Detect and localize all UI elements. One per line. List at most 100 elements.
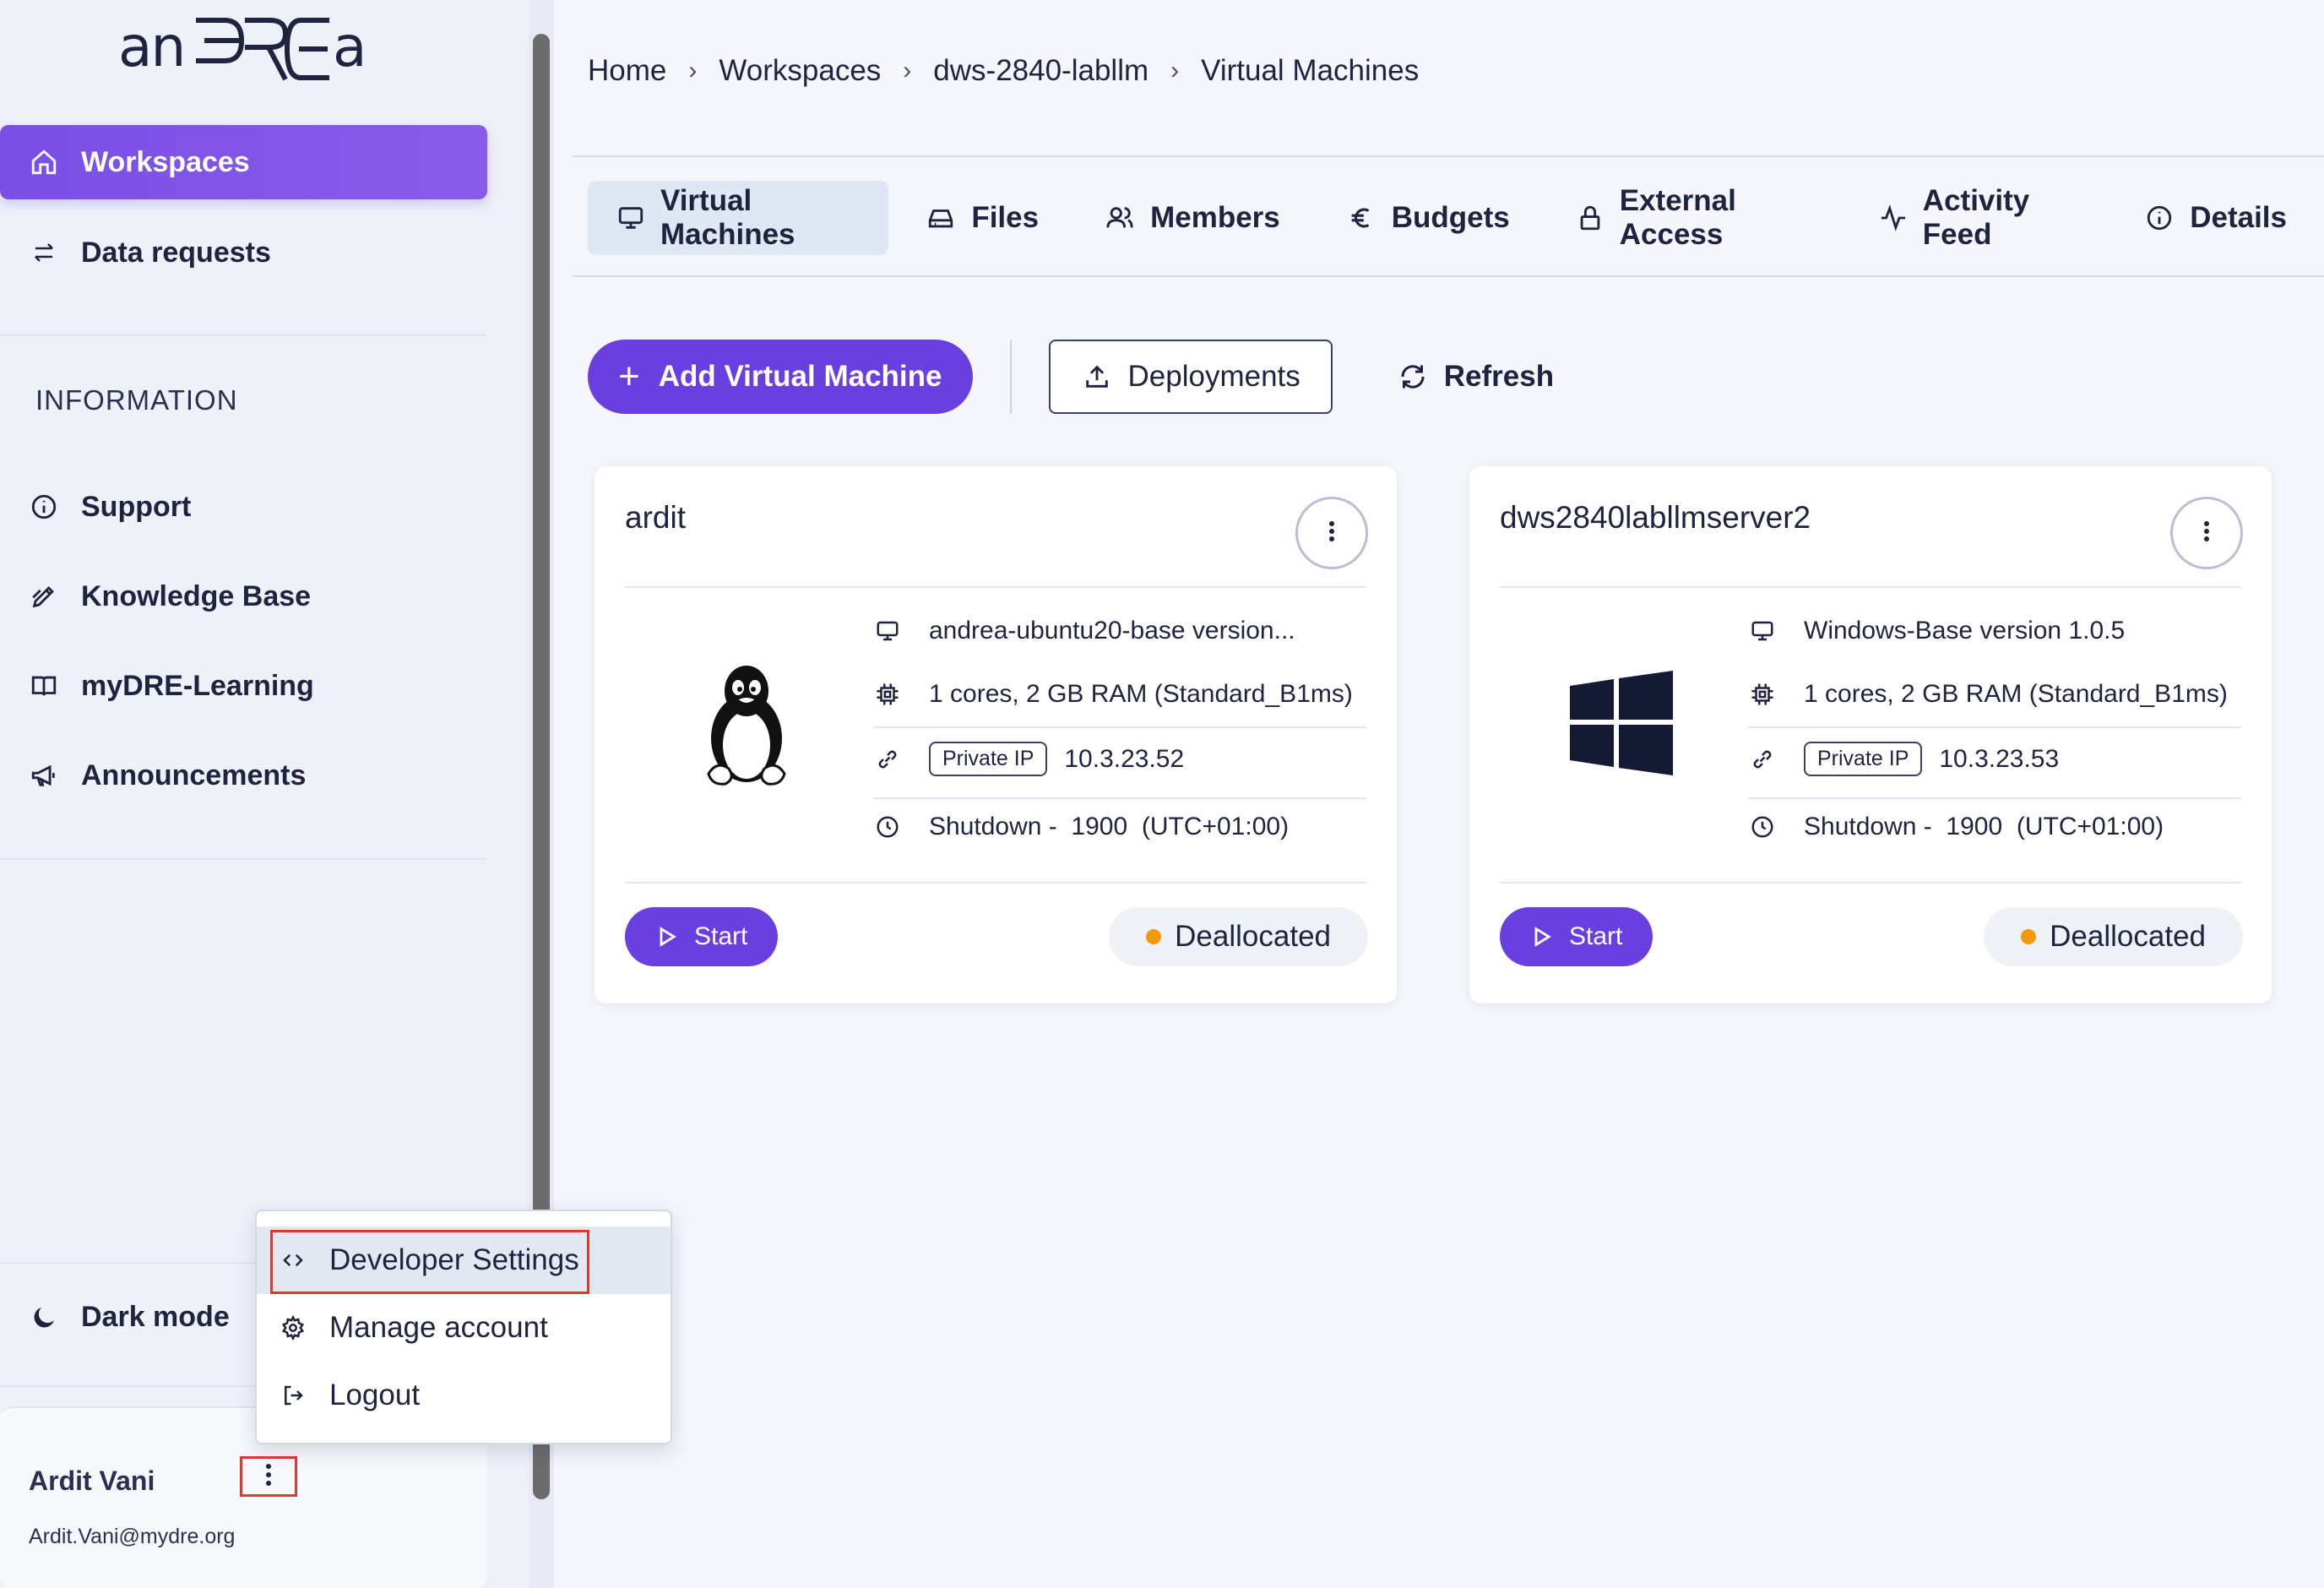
cpu-icon [873, 680, 902, 709]
vm-divider [625, 586, 1366, 588]
actions-divider [1009, 340, 1012, 414]
info-circle-icon [29, 492, 59, 522]
vm-divider [1500, 882, 2241, 884]
chevron-right-icon: › [903, 57, 912, 84]
refresh-label: Refresh [1443, 360, 1555, 393]
sidebar-item-label: Data requests [81, 236, 271, 269]
kebab-icon [264, 1462, 273, 1492]
sidebar-item-label: Support [81, 490, 192, 523]
sidebar-item-workspaces[interactable]: Workspaces [0, 125, 487, 199]
linux-penguin-icon [683, 661, 810, 787]
sidebar-item-label: Announcements [81, 759, 307, 791]
svg-text:an: an [118, 14, 184, 79]
sidebar-divider [0, 858, 487, 860]
menu-item-label: Manage account [329, 1311, 548, 1344]
start-button[interactable]: Start [625, 907, 779, 966]
vm-size: 1 cores, 2 GB RAM (Standard_B1ms) [1804, 680, 2228, 708]
swap-arrows-icon [29, 237, 59, 268]
menu-item-label: Logout [329, 1379, 421, 1411]
moon-icon [29, 1302, 59, 1333]
tab-label: Activity Feed [1922, 184, 2030, 251]
sidebar-item-support[interactable]: Support [0, 470, 487, 544]
sidebar-divider [0, 334, 487, 336]
vm-size: 1 cores, 2 GB RAM (Standard_B1ms) [929, 680, 1353, 708]
vm-card: dws2840labllmserver2 Windows-Base versio… [1469, 466, 2272, 1003]
breadcrumb-home[interactable]: Home [588, 54, 666, 88]
tab-label: Details [2190, 201, 2287, 234]
link-icon [1748, 745, 1777, 774]
sidebar-item-knowledge-base[interactable]: Knowledge Base [0, 559, 487, 634]
logout-icon [279, 1381, 307, 1410]
vm-image: andrea-ubuntu20-base version... [929, 617, 1295, 644]
breadcrumb-workspaces[interactable]: Workspaces [719, 54, 881, 88]
tab-files[interactable]: Files [897, 181, 1067, 255]
user-menu-button[interactable] [240, 1456, 297, 1497]
tab-members[interactable]: Members [1076, 181, 1309, 255]
sidebar-item-announcements[interactable]: Announcements [0, 738, 487, 813]
play-icon [1530, 925, 1554, 949]
andrea-logo[interactable]: an a [118, 8, 372, 84]
vm-image-row: Windows-Base version 1.0.5 [1748, 617, 2125, 645]
vm-row-divider [873, 797, 1366, 799]
tab-budgets[interactable]: Budgets [1317, 181, 1539, 255]
vm-shutdown: Shutdown - 1900 (UTC+01:00) [1804, 813, 2164, 840]
users-icon [1105, 203, 1135, 233]
tab-label: Budgets [1391, 201, 1510, 234]
vm-size-row: 1 cores, 2 GB RAM (Standard_B1ms) [1748, 680, 2228, 709]
vm-size-row: 1 cores, 2 GB RAM (Standard_B1ms) [873, 680, 1353, 709]
clock-icon [1748, 813, 1777, 841]
tab-external-access[interactable]: External Access [1547, 181, 1842, 255]
sidebar-item-mydre-learning[interactable]: myDRE-Learning [0, 649, 487, 723]
sidebar-item-data-requests[interactable]: Data requests [0, 215, 487, 290]
start-button[interactable]: Start [1500, 907, 1653, 966]
refresh-icon [1397, 361, 1429, 393]
windows-logo-icon [1558, 661, 1685, 787]
deployments-button[interactable]: Deployments [1048, 340, 1333, 414]
kebab-icon [2203, 520, 2210, 547]
user-popup-menu: Developer Settings Manage account Logout [255, 1210, 672, 1444]
menu-item-logout[interactable]: Logout [257, 1362, 671, 1429]
drive-icon [926, 203, 956, 233]
vm-shutdown-row: Shutdown - 1900 (UTC+01:00) [873, 813, 1289, 841]
vm-divider [625, 882, 1366, 884]
info-circle-icon [2144, 203, 2175, 233]
private-ip-badge: Private IP [1804, 742, 1923, 776]
cpu-icon [1748, 680, 1777, 709]
monitor-icon [616, 203, 645, 233]
vm-ip: 10.3.23.52 [1064, 744, 1185, 773]
refresh-button[interactable]: Refresh [1366, 340, 1584, 414]
vm-row-divider [1748, 797, 2241, 799]
tab-activity-feed[interactable]: Activity Feed [1850, 181, 2107, 255]
breadcrumb-workspace[interactable]: dws-2840-labllm [933, 54, 1148, 88]
chevron-right-icon: › [688, 57, 698, 84]
add-virtual-machine-button[interactable]: + Add Virtual Machine [588, 340, 973, 414]
monitor-icon [873, 617, 902, 645]
vm-menu-button[interactable] [1295, 497, 1368, 569]
status-label: Deallocated [1175, 920, 1331, 953]
tab-label: External Access [1619, 184, 1736, 251]
user-name: Ardit Vani [29, 1466, 155, 1496]
activity-icon [1879, 203, 1908, 233]
tab-details[interactable]: Details [2115, 181, 2316, 255]
vm-menu-button[interactable] [2170, 497, 2243, 569]
play-icon [655, 925, 679, 949]
add-virtual-machine-label: Add Virtual Machine [658, 360, 942, 393]
tab-virtual-machines[interactable]: Virtual Machines [588, 181, 889, 255]
tabs-divider [573, 275, 2324, 277]
pen-icon [29, 581, 59, 612]
vm-shutdown: Shutdown - 1900 (UTC+01:00) [929, 813, 1290, 840]
link-icon [873, 745, 902, 774]
chevron-right-icon: › [1170, 57, 1180, 84]
dark-mode-toggle[interactable]: Dark mode [29, 1301, 230, 1334]
deployments-label: Deployments [1127, 360, 1300, 393]
vm-ip-row: Private IP 10.3.23.52 [873, 742, 1184, 776]
menu-item-manage-account[interactable]: Manage account [257, 1294, 671, 1362]
gear-icon [279, 1313, 307, 1342]
sidebar-item-label: Knowledge Base [81, 579, 312, 612]
start-label: Start [1569, 922, 1623, 950]
section-label-information: INFORMATION [35, 384, 238, 416]
monitor-icon [1748, 617, 1777, 645]
kebab-icon [1328, 520, 1335, 547]
private-ip-badge: Private IP [929, 742, 1048, 776]
status-dot-icon [1146, 929, 1162, 944]
